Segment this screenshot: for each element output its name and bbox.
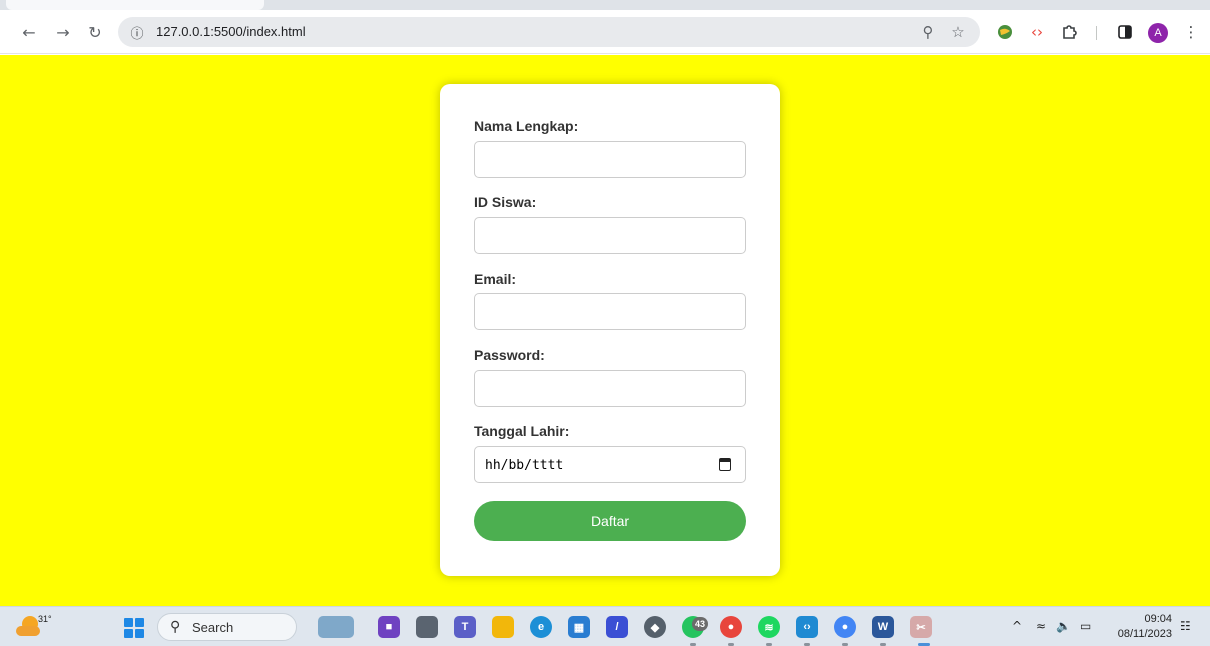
search-icon: ⚲ bbox=[170, 619, 181, 635]
whatsapp-badge: 43 bbox=[692, 617, 708, 631]
profile-avatar[interactable]: A bbox=[1148, 23, 1168, 43]
full-name-input[interactable] bbox=[474, 141, 746, 178]
extension-globe-icon[interactable] bbox=[994, 21, 1016, 43]
spotify-icon[interactable]: ≋ bbox=[758, 616, 780, 638]
date-placeholder: hh/bb/tttt bbox=[485, 458, 564, 473]
student-id-input[interactable] bbox=[474, 217, 746, 254]
teams-icon[interactable]: T bbox=[454, 616, 476, 638]
windows-start-icon[interactable] bbox=[124, 618, 144, 638]
toolbar-divider bbox=[1096, 26, 1097, 40]
reload-icon[interactable]: ↻ bbox=[84, 21, 106, 43]
wifi-icon[interactable]: ≈ bbox=[1036, 619, 1046, 633]
url-text[interactable]: 127.0.0.1:5500/index.html bbox=[156, 24, 306, 39]
app-icon-1[interactable]: ■ bbox=[378, 616, 400, 638]
site-info-icon[interactable]: ⓘ bbox=[128, 23, 146, 42]
task-view-icon[interactable] bbox=[416, 616, 438, 638]
chrome-profile-icon[interactable]: ● bbox=[834, 616, 856, 638]
page-viewport: Nama Lengkap: ID Siswa: Email: Password:… bbox=[0, 55, 1210, 606]
zoom-icon[interactable]: ⚲ bbox=[918, 22, 938, 42]
notification-icon[interactable]: ☷ bbox=[1180, 619, 1191, 633]
search-label: Search bbox=[192, 620, 234, 635]
side-panel-icon[interactable] bbox=[1114, 21, 1136, 43]
birth-date-label: Tanggal Lahir: bbox=[474, 423, 570, 439]
full-name-label: Nama Lengkap: bbox=[474, 118, 579, 134]
email-label: Email: bbox=[474, 271, 517, 287]
email-input[interactable] bbox=[474, 293, 746, 330]
forward-arrow-icon[interactable]: → bbox=[52, 21, 74, 43]
whatsapp-icon[interactable]: 43 bbox=[682, 616, 708, 638]
browser-toolbar: ← → ↻ ⓘ 127.0.0.1:5500/index.html ⚲ ☆ ‹›… bbox=[0, 10, 1210, 54]
menu-kebab-icon[interactable]: ⋮ bbox=[1180, 21, 1202, 43]
app-icon-3[interactable]: ◆ bbox=[644, 616, 666, 638]
active-tab[interactable] bbox=[6, 0, 264, 10]
extension-code-icon[interactable]: ‹› bbox=[1026, 21, 1048, 43]
edge-browser-icon[interactable]: e bbox=[530, 616, 552, 638]
battery-icon[interactable]: ▭ bbox=[1080, 619, 1091, 633]
taskbar-clock[interactable]: 09:04 08/11/2023 bbox=[1112, 612, 1172, 642]
manatee-widget-icon[interactable] bbox=[318, 616, 354, 638]
calendar-icon[interactable] bbox=[719, 458, 731, 471]
address-bar[interactable]: ⓘ 127.0.0.1:5500/index.html ⚲ ☆ bbox=[118, 17, 980, 47]
vscode-icon[interactable]: ‹› bbox=[796, 616, 818, 638]
word-icon[interactable]: W bbox=[872, 616, 894, 638]
register-button[interactable]: Daftar bbox=[474, 501, 746, 541]
registration-form: Nama Lengkap: ID Siswa: Email: Password:… bbox=[440, 84, 780, 576]
volume-icon[interactable]: 🔈 bbox=[1056, 619, 1071, 633]
weather-widget[interactable]: 31° bbox=[14, 614, 52, 640]
clock-time: 09:04 bbox=[1144, 613, 1172, 625]
windows-taskbar: 31° ⚲ Search ■ T e ▦ / ◆ 43 ● ≋ ‹› ● W ✂… bbox=[0, 606, 1210, 646]
tab-strip bbox=[0, 0, 1210, 10]
file-explorer-icon[interactable] bbox=[492, 616, 514, 638]
password-input[interactable] bbox=[474, 370, 746, 407]
clock-date: 08/11/2023 bbox=[1117, 628, 1172, 640]
store-icon[interactable]: ▦ bbox=[568, 616, 590, 638]
password-label: Password: bbox=[474, 347, 545, 363]
student-id-label: ID Siswa: bbox=[474, 194, 537, 210]
tray-chevron-icon[interactable]: ^ bbox=[1012, 619, 1022, 633]
taskbar-search[interactable]: ⚲ Search bbox=[157, 613, 297, 641]
back-arrow-icon[interactable]: ← bbox=[18, 21, 40, 43]
cloud-icon bbox=[16, 626, 40, 636]
weather-temperature: 31° bbox=[38, 614, 52, 624]
extensions-puzzle-icon[interactable] bbox=[1058, 21, 1080, 43]
app-icon-2[interactable]: / bbox=[606, 616, 628, 638]
snipping-tool-icon[interactable]: ✂ bbox=[910, 616, 932, 638]
birth-date-input[interactable]: hh/bb/tttt bbox=[474, 446, 746, 483]
bookmark-star-icon[interactable]: ☆ bbox=[948, 22, 968, 42]
chrome-icon[interactable]: ● bbox=[720, 616, 742, 638]
